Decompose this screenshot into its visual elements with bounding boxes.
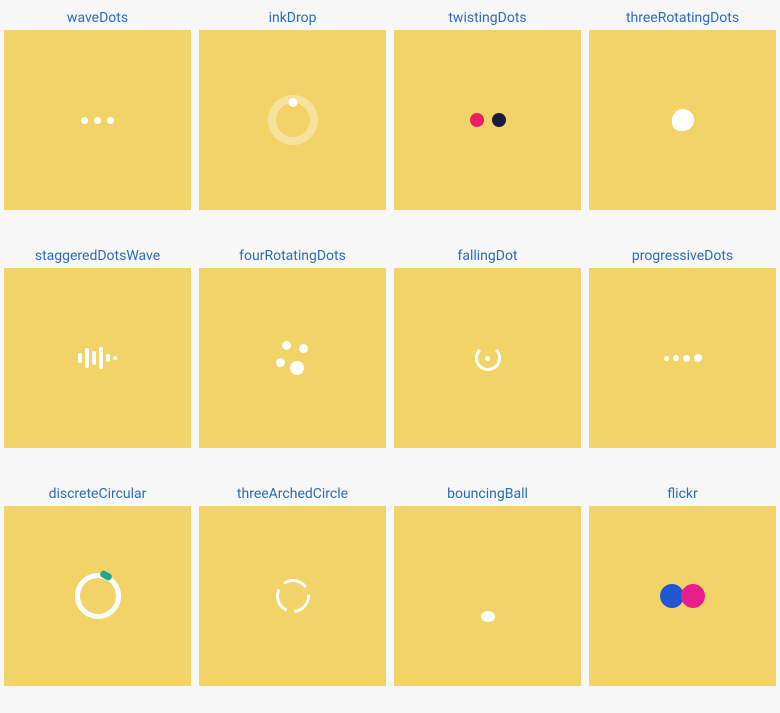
cell-progressiveDots: progressiveDots	[589, 242, 776, 448]
label-waveDots[interactable]: waveDots	[67, 4, 128, 26]
four-rotating-dots-icon	[276, 341, 310, 375]
label-staggeredDotsWave[interactable]: staggeredDotsWave	[35, 242, 160, 264]
dot-icon	[81, 117, 88, 124]
label-discreteCircular[interactable]: discreteCircular	[49, 480, 147, 502]
dot-icon	[288, 98, 297, 107]
canvas-progressiveDots	[589, 268, 776, 448]
label-flickr[interactable]: flickr	[667, 480, 698, 502]
arc-icon	[271, 574, 315, 618]
spinner-grid: waveDots inkDrop twistingDots threeRotat…	[0, 0, 780, 690]
cell-fourRotatingDots: fourRotatingDots	[199, 242, 386, 448]
dot-icon	[485, 356, 490, 361]
canvas-threeArchedCircle	[199, 506, 386, 686]
cell-waveDots: waveDots	[4, 4, 191, 210]
row-spacer	[4, 456, 776, 472]
canvas-twistingDots	[394, 30, 581, 210]
label-fourRotatingDots[interactable]: fourRotatingDots	[239, 242, 346, 264]
bar-icon	[113, 356, 117, 360]
bar-icon	[99, 347, 103, 369]
dot-icon	[276, 358, 285, 367]
twisting-dots-icon	[466, 113, 510, 127]
progressive-dots-icon	[664, 354, 702, 362]
dot-pink-icon	[681, 584, 705, 608]
canvas-bouncingBall	[394, 506, 581, 686]
dot-icon	[683, 355, 690, 362]
dot-icon	[94, 117, 101, 124]
cell-flickr: flickr	[589, 480, 776, 686]
cell-discreteCircular: discreteCircular	[4, 480, 191, 686]
canvas-fallingDot	[394, 268, 581, 448]
label-threeArchedCircle[interactable]: threeArchedCircle	[237, 480, 348, 502]
wave-dots-icon	[78, 117, 117, 124]
falling-dot-icon	[475, 345, 501, 371]
dot-icon	[107, 117, 114, 124]
dot-icon	[664, 356, 669, 361]
dot-pink-icon	[470, 113, 484, 127]
label-twistingDots[interactable]: twistingDots	[448, 4, 526, 26]
bar-icon	[85, 348, 89, 368]
cell-threeArchedCircle: threeArchedCircle	[199, 480, 386, 686]
cell-twistingDots: twistingDots	[394, 4, 581, 210]
dot-icon	[673, 355, 679, 361]
three-rotating-dots-icon	[672, 109, 694, 131]
cell-fallingDot: fallingDot	[394, 242, 581, 448]
bar-icon	[106, 354, 110, 362]
label-fallingDot[interactable]: fallingDot	[457, 242, 517, 264]
dot-icon	[282, 341, 291, 350]
ink-drop-icon	[268, 95, 318, 145]
label-progressiveDots[interactable]: progressiveDots	[632, 242, 733, 264]
cell-bouncingBall: bouncingBall	[394, 480, 581, 686]
cell-inkDrop: inkDrop	[199, 4, 386, 210]
canvas-discreteCircular	[4, 506, 191, 686]
row-spacer	[4, 218, 776, 234]
canvas-inkDrop	[199, 30, 386, 210]
dot-icon	[694, 354, 702, 362]
dot-icon	[290, 361, 304, 375]
bar-icon	[92, 351, 96, 365]
bouncing-ball-icon	[481, 611, 495, 622]
flickr-icon	[660, 584, 705, 608]
three-arched-circle-icon	[276, 579, 310, 613]
accent-segment-icon	[99, 570, 113, 582]
label-bouncingBall[interactable]: bouncingBall	[447, 480, 528, 502]
canvas-flickr	[589, 506, 776, 686]
cell-staggeredDotsWave: staggeredDotsWave	[4, 242, 191, 448]
canvas-fourRotatingDots	[199, 268, 386, 448]
canvas-threeRotatingDots	[589, 30, 776, 210]
label-inkDrop[interactable]: inkDrop	[269, 4, 317, 26]
dot-icon	[299, 344, 308, 353]
canvas-waveDots	[4, 30, 191, 210]
canvas-staggeredDotsWave	[4, 268, 191, 448]
cell-threeRotatingDots: threeRotatingDots	[589, 4, 776, 210]
dot-dark-icon	[492, 113, 506, 127]
discrete-circular-icon	[75, 573, 121, 619]
bar-icon	[78, 353, 82, 363]
staggered-dots-wave-icon	[78, 347, 117, 369]
label-threeRotatingDots[interactable]: threeRotatingDots	[626, 4, 739, 26]
